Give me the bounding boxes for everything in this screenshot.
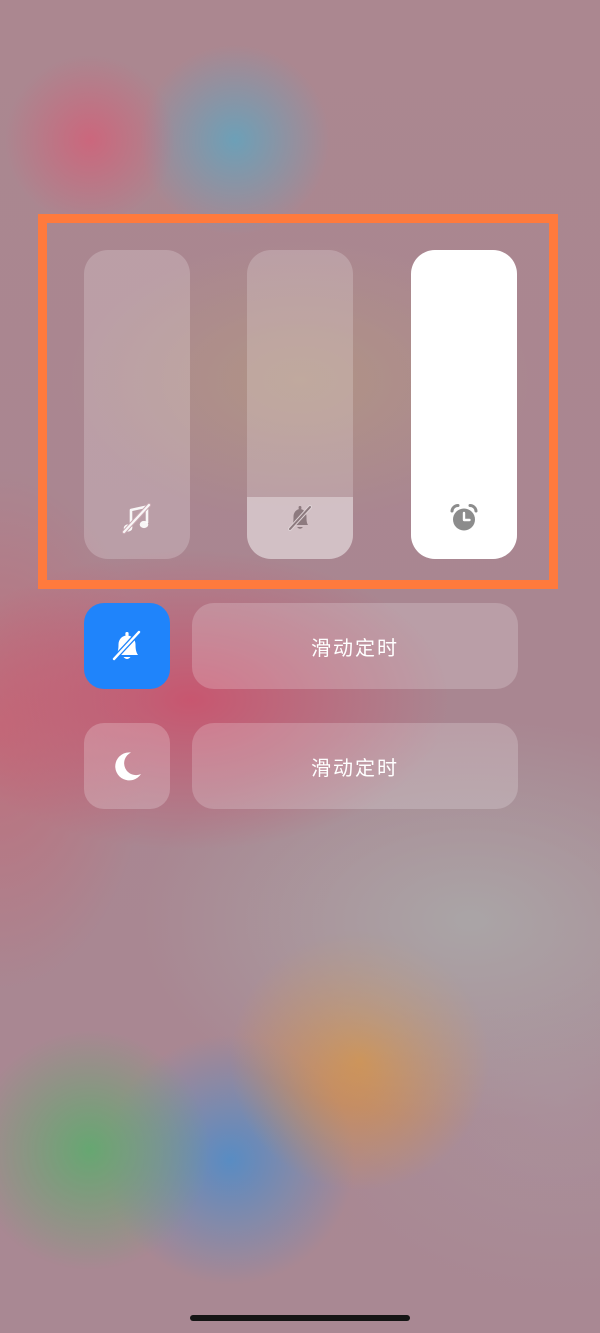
media-volume-slider[interactable]: [84, 250, 190, 559]
bell-muted-icon: [283, 501, 317, 535]
music-note-muted-icon: [120, 501, 154, 535]
alarm-volume-slider[interactable]: [411, 250, 517, 559]
moon-icon: [107, 746, 147, 786]
silent-timer-label: 滑动定时: [311, 635, 399, 660]
dnd-mode-toggle[interactable]: [84, 723, 170, 809]
home-indicator[interactable]: [190, 1315, 410, 1321]
dnd-timer-label: 滑动定时: [311, 755, 399, 780]
silent-mode-toggle[interactable]: [84, 603, 170, 689]
silent-timer-slider[interactable]: 滑动定时: [192, 603, 518, 689]
bell-slash-icon: [107, 626, 147, 666]
ringer-volume-slider[interactable]: [247, 250, 353, 559]
dnd-timer-slider[interactable]: 滑动定时: [192, 723, 518, 809]
alarm-clock-icon: [447, 501, 481, 535]
